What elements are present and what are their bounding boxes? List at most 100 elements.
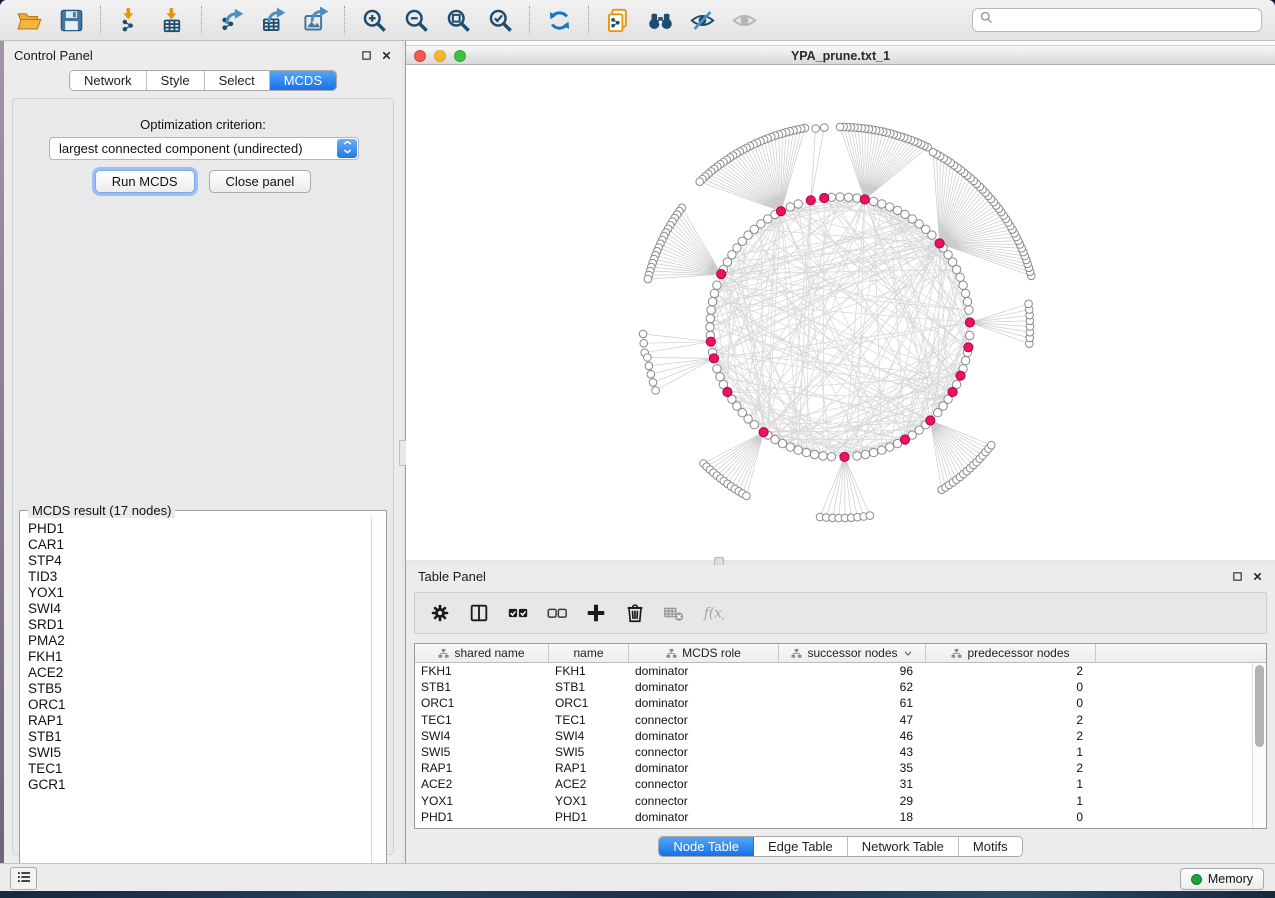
- column-header-mcds-role[interactable]: MCDS role: [629, 644, 779, 662]
- tab-motifs[interactable]: Motifs: [959, 837, 1022, 856]
- graph-leaf-node[interactable]: [812, 125, 820, 133]
- mcds-result-item[interactable]: TEC1: [28, 761, 371, 777]
- graph-node[interactable]: [713, 281, 721, 289]
- memory-button[interactable]: Memory: [1180, 868, 1264, 890]
- graph-node[interactable]: [707, 306, 715, 314]
- graph-leaf-node[interactable]: [836, 123, 844, 131]
- graph-dominator-node[interactable]: [723, 387, 732, 396]
- close-panel-button[interactable]: Close panel: [209, 170, 312, 193]
- close-table-panel-icon[interactable]: [1252, 569, 1263, 587]
- export-network-button[interactable]: [215, 4, 247, 36]
- table-settings-button[interactable]: [429, 602, 451, 624]
- column-header-name[interactable]: name: [549, 644, 629, 662]
- mcds-result-item[interactable]: SRD1: [28, 617, 371, 633]
- graph-node[interactable]: [959, 281, 967, 289]
- graph-dominator-node[interactable]: [759, 428, 768, 437]
- export-image-button[interactable]: [299, 4, 331, 36]
- graph-node[interactable]: [802, 448, 810, 456]
- zoom-in-button[interactable]: [358, 4, 390, 36]
- delete-columns-button[interactable]: [624, 602, 646, 624]
- search-input[interactable]: [994, 10, 1255, 30]
- graph-node[interactable]: [794, 446, 802, 454]
- graph-leaf-node[interactable]: [645, 362, 653, 370]
- table-row[interactable]: TEC1TEC1connector472: [415, 712, 1266, 728]
- graph-leaf-node[interactable]: [639, 330, 647, 338]
- zoom-out-button[interactable]: [400, 4, 432, 36]
- graph-leaf-node[interactable]: [866, 512, 874, 520]
- tab-edge-table[interactable]: Edge Table: [754, 837, 848, 856]
- save-session-button[interactable]: [55, 4, 87, 36]
- mcds-result-item[interactable]: STP4: [28, 553, 371, 569]
- mcds-result-item[interactable]: ACE2: [28, 665, 371, 681]
- graph-leaf-node[interactable]: [640, 340, 648, 348]
- mcds-result-item[interactable]: STB1: [28, 729, 371, 745]
- optimization-criterion-select[interactable]: largest connected component (undirected): [49, 137, 359, 160]
- graph-node[interactable]: [886, 443, 894, 451]
- mcds-result-item[interactable]: FKH1: [28, 649, 371, 665]
- graph-node[interactable]: [963, 297, 971, 305]
- graph-node[interactable]: [861, 450, 869, 458]
- tab-node-table[interactable]: Node Table: [659, 837, 754, 856]
- graph-node[interactable]: [878, 446, 886, 454]
- mcds-result-item[interactable]: RAP1: [28, 713, 371, 729]
- graph-node[interactable]: [827, 453, 835, 461]
- graph-dominator-node[interactable]: [706, 337, 715, 346]
- tab-network[interactable]: Network: [70, 71, 147, 90]
- graph-node[interactable]: [786, 443, 794, 451]
- graph-dominator-node[interactable]: [776, 207, 785, 216]
- mcds-result-item[interactable]: CAR1: [28, 537, 371, 553]
- open-file-button[interactable]: [13, 4, 45, 36]
- graph-node[interactable]: [710, 289, 718, 297]
- import-table-button[interactable]: [156, 4, 188, 36]
- table-row[interactable]: ACE2ACE2connector311: [415, 776, 1266, 792]
- graph-dominator-node[interactable]: [709, 354, 718, 363]
- graph-node[interactable]: [878, 200, 886, 208]
- import-network-button[interactable]: [114, 4, 146, 36]
- network-canvas[interactable]: [406, 66, 1275, 560]
- tab-network-table[interactable]: Network Table: [848, 837, 959, 856]
- table-row[interactable]: YOX1YOX1connector291: [415, 793, 1266, 809]
- graph-leaf-node[interactable]: [647, 370, 655, 378]
- table-row[interactable]: SWI4SWI4dominator462: [415, 728, 1266, 744]
- add-column-button[interactable]: [585, 602, 607, 624]
- node-table-scrollbar-thumb[interactable]: [1255, 665, 1264, 747]
- run-mcds-button[interactable]: Run MCDS: [95, 170, 195, 193]
- graph-leaf-node[interactable]: [821, 124, 829, 132]
- graph-leaf-node[interactable]: [743, 492, 751, 500]
- graph-node[interactable]: [836, 193, 844, 201]
- export-table-button[interactable]: [257, 4, 289, 36]
- graph-node[interactable]: [956, 273, 964, 281]
- table-row[interactable]: RAP1RAP1dominator352: [415, 760, 1266, 776]
- float-table-panel-icon[interactable]: [1232, 569, 1243, 587]
- mcds-result-item[interactable]: SWI5: [28, 745, 371, 761]
- mcds-result-item[interactable]: TID3: [28, 569, 371, 585]
- graph-node[interactable]: [965, 306, 973, 314]
- graph-dominator-node[interactable]: [956, 371, 965, 380]
- apply-layout-button[interactable]: [543, 4, 575, 36]
- mcds-result-item[interactable]: PMA2: [28, 633, 371, 649]
- graph-node[interactable]: [778, 439, 786, 447]
- graph-node[interactable]: [810, 450, 818, 458]
- select-all-rows-button[interactable]: [507, 602, 529, 624]
- graph-leaf-node[interactable]: [649, 379, 657, 387]
- graph-node[interactable]: [706, 323, 714, 331]
- graph-node[interactable]: [706, 314, 714, 322]
- graph-node[interactable]: [713, 365, 721, 373]
- task-history-button[interactable]: [10, 867, 37, 890]
- tab-select[interactable]: Select: [205, 71, 270, 90]
- graph-node[interactable]: [750, 421, 758, 429]
- table-row[interactable]: PHD1PHD1dominator180: [415, 809, 1266, 825]
- graph-dominator-node[interactable]: [806, 196, 815, 205]
- graph-leaf-node[interactable]: [988, 441, 996, 449]
- zoom-selected-button[interactable]: [484, 4, 516, 36]
- graph-node[interactable]: [961, 289, 969, 297]
- graph-node[interactable]: [869, 448, 877, 456]
- table-row[interactable]: STB1STB1dominator620: [415, 679, 1266, 695]
- graph-node[interactable]: [853, 452, 861, 460]
- graph-leaf-node[interactable]: [696, 178, 704, 186]
- column-header-predecessor-nodes[interactable]: predecessor nodes: [926, 644, 1096, 662]
- graph-dominator-node[interactable]: [820, 193, 829, 202]
- graph-dominator-node[interactable]: [926, 416, 935, 425]
- tab-mcds[interactable]: MCDS: [270, 71, 336, 90]
- graph-node[interactable]: [886, 203, 894, 211]
